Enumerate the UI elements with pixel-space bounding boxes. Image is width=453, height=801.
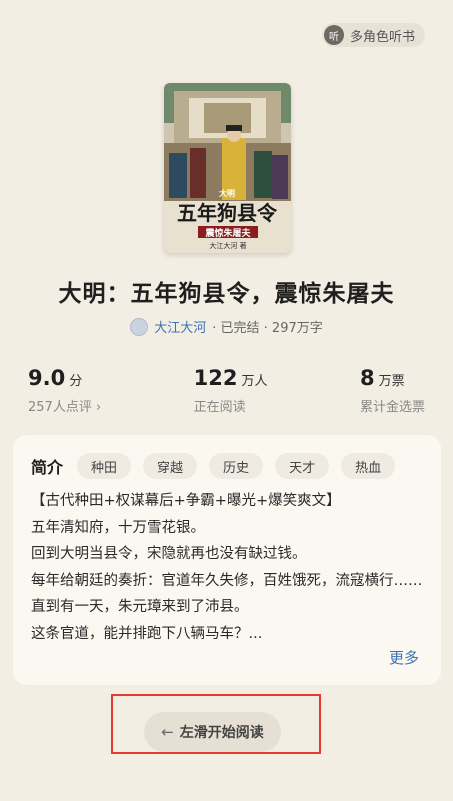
intro-label: 简介 bbox=[31, 458, 64, 477]
headphones-icon: 听 bbox=[323, 25, 344, 45]
readers-value: 122 bbox=[193, 366, 238, 390]
intro-line: 【古代种田+权谋幕后+争霸+曝光+爆笑爽文】 bbox=[31, 493, 341, 509]
cover-main-title: 五年狗县令 bbox=[177, 201, 278, 225]
intro-line: 直到有一天，朱元璋来到了沛县。 bbox=[31, 599, 249, 615]
intro-line: 五年清知府，十万雪花银。 bbox=[31, 519, 205, 536]
tag-farming[interactable]: 种田 bbox=[77, 453, 132, 479]
book-status: · 已完结 · 297万字 bbox=[212, 321, 323, 336]
tag-passion[interactable]: 热血 bbox=[341, 453, 396, 479]
multi-role-listen-button[interactable]: 听 多角色听书 bbox=[321, 23, 425, 47]
rating-unit: 分 bbox=[69, 374, 83, 389]
votes-unit: 万票 bbox=[378, 374, 405, 389]
intro-text: 【古代种田+权谋幕后+争霸+曝光+爆笑爽文】 五年清知府，十万雪花银。 回到大明… bbox=[31, 488, 423, 647]
cover-small-title: 大明 bbox=[219, 188, 235, 198]
book-meta: 大江大河 · 已完结 · 297万字 bbox=[0, 317, 453, 336]
book-cover[interactable]: 大明 五年狗县令 震惊朱屠夫 大江大河 著 bbox=[164, 83, 291, 253]
readers-label: 正在阅读 bbox=[193, 400, 246, 415]
tag-time-travel[interactable]: 穿越 bbox=[143, 453, 198, 479]
intro-card: 简介 种田 穿越 历史 天才 热血 【古代种田+权谋幕后+争霸+曝光+爆笑爽文】… bbox=[13, 435, 441, 685]
rating-count: 257人点评 › bbox=[28, 400, 102, 415]
swipe-to-read-button[interactable]: ← 左滑开始阅读 bbox=[144, 712, 281, 752]
swipe-label: 左滑开始阅读 bbox=[179, 725, 264, 741]
rating-stat[interactable]: 9.0 分 257人点评 › bbox=[28, 366, 101, 415]
book-title: 大明：五年狗县令，震惊朱屠夫 bbox=[58, 281, 395, 307]
cover-author: 大江大河 著 bbox=[209, 241, 246, 250]
author-avatar[interactable] bbox=[130, 317, 149, 336]
rating-value: 9.0 bbox=[28, 366, 66, 390]
listen-label: 多角色听书 bbox=[349, 29, 415, 45]
stats-row: 9.0 分 257人点评 › 122 万人 正在阅读 8 万票 累计金选票 bbox=[28, 366, 425, 415]
votes-label: 累计金选票 bbox=[359, 400, 425, 415]
intro-line: 每年给朝廷的奏折：官道年久失修，百姓饿死，流寇横行…… bbox=[31, 572, 423, 589]
readers-stat: 122 万人 正在阅读 bbox=[194, 366, 268, 415]
more-link[interactable]: 更多 bbox=[389, 647, 419, 668]
cover-sub-title: 震惊朱屠夫 bbox=[204, 227, 251, 239]
votes-stat: 8 万票 累计金选票 bbox=[360, 366, 425, 415]
tag-genius[interactable]: 天才 bbox=[275, 453, 330, 479]
arrow-left-icon: ← bbox=[161, 723, 174, 741]
intro-header: 简介 种田 穿越 历史 天才 热血 bbox=[31, 453, 396, 479]
intro-line: 回到大明当县令，宋隐就再也没有缺过钱。 bbox=[31, 546, 307, 562]
author-link[interactable]: 大江大河 bbox=[154, 317, 206, 336]
readers-unit: 万人 bbox=[241, 374, 268, 389]
votes-value: 8 bbox=[359, 366, 375, 390]
intro-line: 这条官道，能并排跑下八辆马车？... bbox=[31, 625, 263, 642]
tag-history[interactable]: 历史 bbox=[209, 453, 264, 479]
